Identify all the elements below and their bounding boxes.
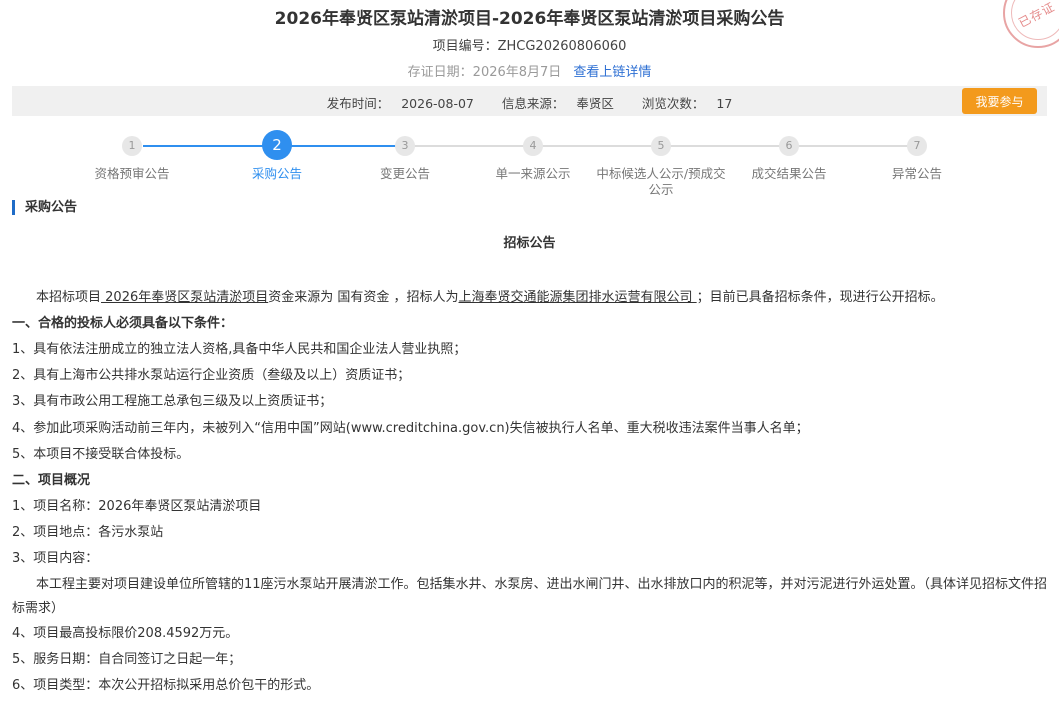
project-number: 项目编号：ZHCG20260806060 xyxy=(0,35,1059,54)
intro-text-1: 本招标项目 xyxy=(36,290,102,305)
step-connector-2 xyxy=(277,145,405,147)
step-5-circle[interactable]: 5 xyxy=(651,136,671,156)
step-3-circle[interactable]: 3 xyxy=(395,136,415,156)
publish-time: 发布时间： 2026-08-07 xyxy=(321,96,480,111)
step-4-circle[interactable]: 4 xyxy=(523,136,543,156)
overview-item-2: 2、项目地点：各污水泵站 xyxy=(12,525,164,540)
heading-overview: 二、项目概况 xyxy=(12,473,91,488)
requirement-4: 4、参加此项采购活动前三年内，未被列入“信用中国”网站(www.creditch… xyxy=(12,421,809,436)
info-source-label: 信息来源： xyxy=(501,96,565,111)
publish-time-value: 2026-08-07 xyxy=(401,96,474,111)
requirement-2: 2、具有上海市公共排水泵站运行企业资质（叁级及以上）资质证书； xyxy=(12,368,411,383)
overview-item-4: 4、项目最高投标限价208.4592万元。 xyxy=(12,626,239,641)
meta-info: 发布时间： 2026-08-07 信息来源： 奉贤区 浏览次数： 17 xyxy=(12,93,1047,112)
step-connector-5 xyxy=(661,145,789,147)
certificate-line: 存证日期：2026年8月7日 查看上链详情 xyxy=(0,61,1059,80)
view-count-value: 17 xyxy=(716,96,733,111)
step-connector-3 xyxy=(405,145,533,147)
step-2-label[interactable]: 采购公告 xyxy=(207,166,347,182)
step-5-label[interactable]: 中标候选人公示/预成交公示 xyxy=(591,166,731,198)
join-button[interactable]: 我要参与 xyxy=(962,88,1037,114)
intro-project-name: 2026年奉贤区泵站清淤项目 xyxy=(101,290,269,305)
cert-date-value: 2026年8月7日 xyxy=(472,65,562,80)
overview-content: 本工程主要对项目建设单位所管辖的11座污水泵站开展清淤工作。包括集水井、水泵房、… xyxy=(12,577,1048,616)
step-7-label[interactable]: 异常公告 xyxy=(847,166,987,182)
intro-text-3: ；目前已具备招标条件，现进行公开招标。 xyxy=(696,290,944,305)
intro-text-2: 资金来源为 国有资金 ，招标人为 xyxy=(268,290,459,305)
requirement-1: 1、具有依法注册成立的独立法人资格,具备中华人民共和国企业法人营业执照； xyxy=(12,342,467,357)
overview-item-5: 5、服务日期：自合同签订之日起一年； xyxy=(12,652,242,667)
page-title: 2026年奉贤区泵站清淤项目-2026年奉贤区泵站清淤项目采购公告 xyxy=(274,9,785,29)
step-1-label[interactable]: 资格预审公告 xyxy=(62,166,202,182)
view-count: 浏览次数： 17 xyxy=(636,96,738,111)
step-6-circle[interactable]: 6 xyxy=(779,136,799,156)
step-6-label[interactable]: 成交结果公告 xyxy=(719,166,859,182)
cert-date-label: 存证日期： xyxy=(407,65,473,80)
step-7-circle[interactable]: 7 xyxy=(907,136,927,156)
step-2-circle[interactable]: 2 xyxy=(262,130,292,160)
meta-bar: 发布时间： 2026-08-07 信息来源： 奉贤区 浏览次数： 17 xyxy=(12,86,1047,116)
step-connector-4 xyxy=(533,145,661,147)
step-4-label[interactable]: 单一来源公示 xyxy=(463,166,603,182)
chain-detail-link[interactable]: 查看上链详情 xyxy=(573,65,651,80)
info-source: 信息来源： 奉贤区 xyxy=(496,96,620,111)
publish-time-label: 发布时间： xyxy=(326,96,390,111)
project-number-value: ZHCG20260806060 xyxy=(497,39,627,54)
step-1-circle[interactable]: 1 xyxy=(122,136,142,156)
overview-item-3: 3、项目内容： xyxy=(12,551,99,566)
step-connector-6 xyxy=(789,145,917,147)
overview-item-6: 6、项目类型：本次公开招标拟采用总价包干的形式。 xyxy=(12,678,320,693)
intro-paragraph: 本招标项目 2026年奉贤区泵站清淤项目资金来源为 国有资金 ，招标人为上海奉贤… xyxy=(12,286,1052,310)
project-number-label: 项目编号： xyxy=(432,39,498,54)
view-count-label: 浏览次数： xyxy=(641,96,705,111)
requirement-5: 5、本项目不接受联合体投标。 xyxy=(12,447,190,462)
intro-tenderer: 上海奉贤交通能源集团排水运营有限公司 xyxy=(458,290,697,305)
overview-item-1: 1、项目名称：2026年奉贤区泵站清淤项目 xyxy=(12,499,262,514)
document-title: 招标公告 xyxy=(503,236,556,251)
step-3-label[interactable]: 变更公告 xyxy=(335,166,475,182)
section-heading: 采购公告 xyxy=(12,200,77,215)
requirement-3: 3、具有市政公用工程施工总承包三级及以上资质证书； xyxy=(12,394,333,409)
heading-qualifications: 一、合格的投标人必须具备以下条件： xyxy=(12,316,234,331)
step-connector-1 xyxy=(143,145,277,147)
info-source-value: 奉贤区 xyxy=(576,96,614,111)
